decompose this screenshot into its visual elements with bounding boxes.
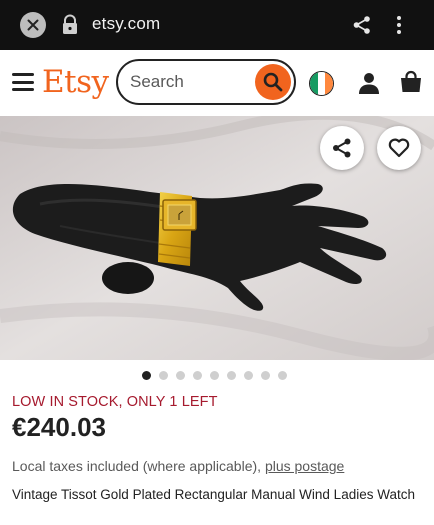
tax-info: Local taxes included (where applicable),…	[12, 458, 344, 474]
stock-notice: LOW IN STOCK, ONLY 1 LEFT	[12, 394, 218, 410]
etsy-logo[interactable]: Etsy	[42, 64, 109, 100]
share-button[interactable]	[320, 126, 364, 170]
search-button[interactable]	[255, 64, 291, 100]
heart-icon	[388, 138, 410, 158]
ireland-flag-icon[interactable]	[309, 71, 334, 96]
close-icon	[27, 19, 39, 31]
search-bar	[116, 59, 296, 105]
address-bar-url[interactable]: etsy.com	[92, 14, 160, 34]
carousel-dot[interactable]	[175, 371, 185, 380]
carousel-dot[interactable]	[192, 371, 202, 380]
favorite-button[interactable]	[377, 126, 421, 170]
product-image[interactable]	[0, 116, 434, 360]
carousel-dot[interactable]	[158, 371, 168, 380]
lock-icon	[63, 14, 77, 34]
postage-link[interactable]: plus postage	[265, 458, 344, 474]
menu-icon[interactable]	[12, 73, 34, 91]
carousel-dot[interactable]	[226, 371, 236, 380]
browser-toolbar: etsy.com	[0, 0, 434, 50]
share-icon	[333, 138, 351, 158]
carousel-dot[interactable]	[277, 371, 287, 380]
search-input[interactable]	[130, 71, 250, 93]
tax-info-text: Local taxes included (where applicable),	[12, 458, 265, 474]
carousel-dot[interactable]	[243, 371, 253, 380]
search-icon	[263, 72, 283, 92]
shopping-bag-icon[interactable]	[399, 70, 423, 94]
product-price: €240.03	[12, 412, 106, 442]
carousel-dot[interactable]	[260, 371, 270, 380]
user-icon[interactable]	[357, 71, 381, 95]
image-carousel-indicator	[0, 371, 434, 381]
carousel-dot[interactable]	[141, 371, 151, 380]
product-title: Vintage Tissot Gold Plated Rectangular M…	[12, 487, 415, 502]
share-icon[interactable]	[352, 15, 372, 35]
close-tab-button[interactable]	[20, 12, 46, 38]
carousel-dot[interactable]	[209, 371, 219, 380]
more-vert-icon[interactable]	[392, 14, 406, 36]
